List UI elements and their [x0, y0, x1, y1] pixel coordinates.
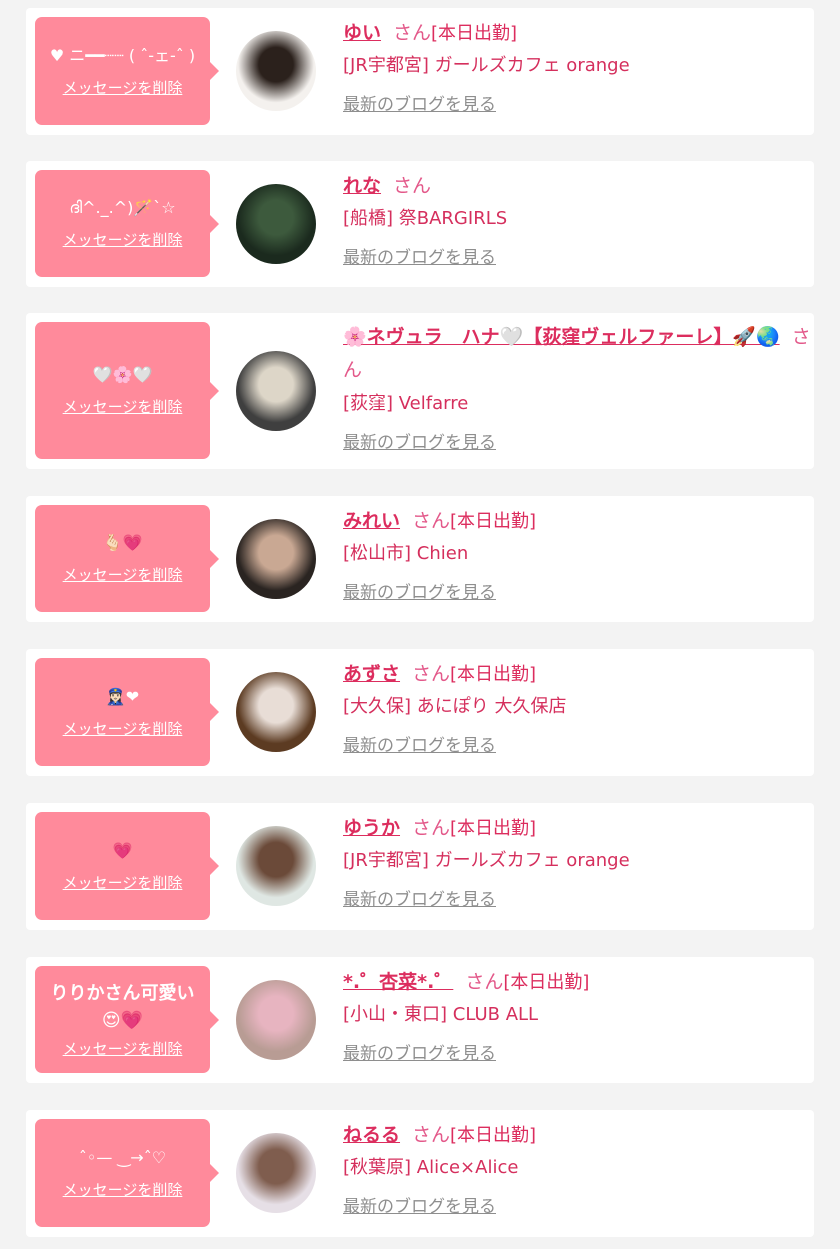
- attendance-badge: [本日出勤]: [450, 1125, 537, 1146]
- latest-blog-link[interactable]: 最新のブログを見る: [343, 1196, 496, 1218]
- honorific: さん: [412, 817, 451, 839]
- delete-message-link[interactable]: メッセージを削除: [63, 564, 183, 585]
- shop-name: [JR宇都宮] ガールズカフェ orange: [343, 55, 630, 76]
- cast-name-link[interactable]: みれい: [343, 510, 400, 532]
- cast-name-link[interactable]: 🌸ネヴュラ ハナ🤍【荻窪ヴェルファーレ】🚀🌏: [343, 326, 780, 348]
- latest-blog-link[interactable]: 最新のブログを見る: [343, 94, 496, 116]
- name-line: れな さん: [343, 171, 808, 202]
- avatar[interactable]: [236, 1133, 316, 1213]
- shop-name: [松山市] Chien: [343, 543, 469, 564]
- honorific: さん: [412, 510, 451, 532]
- name-line: あずさ さん[本日出勤]: [343, 659, 808, 690]
- cast-name-link[interactable]: *.゜杏菜*.゜: [343, 971, 453, 993]
- message-text: ˆ◦— ‿→ˆ♡: [78, 1147, 167, 1167]
- name-line: ねるる さん[本日出勤]: [343, 1120, 808, 1151]
- message-bubble: りりかさん可愛い😍💗 メッセージを削除: [35, 966, 219, 1073]
- message-text: りりかさん可愛い😍💗: [50, 983, 195, 1031]
- entry-info: *.゜杏菜*.゜ さん[本日出勤] [小山・東口] CLUB ALL 最新のブログ…: [343, 967, 808, 1065]
- cast-name-link[interactable]: ゆうか: [343, 817, 400, 839]
- cast-name-link[interactable]: ゆい: [343, 22, 381, 44]
- entry-info: 🌸ネヴュラ ハナ🤍【荻窪ヴェルファーレ】🚀🌏 さん [荻窪] Velfarre 最…: [343, 321, 811, 454]
- entry-info: ゆい さん[本日出勤] [JR宇都宮] ガールズカフェ orange 最新のブログ…: [343, 18, 808, 116]
- name-line: 🌸ネヴュラ ハナ🤍【荻窪ヴェルファーレ】🚀🌏 さん: [343, 321, 811, 387]
- attendance-badge: [本日出勤]: [450, 511, 537, 532]
- entry-info: みれい さん[本日出勤] [松山市] Chien 最新のブログを見る: [343, 506, 808, 604]
- entry-info: ねるる さん[本日出勤] [秋葉原] Alice×Alice 最新のブログを見る: [343, 1120, 808, 1218]
- message-bubble: ദി^._.^)🪄`☆ メッセージを削除: [35, 170, 219, 277]
- shop-name: [大久保] あにぽり 大久保店: [343, 696, 567, 717]
- shop-name: [JR宇都宮] ガールズカフェ orange: [343, 850, 630, 871]
- message-text: 🫰🏻💗: [102, 533, 143, 552]
- delete-message-link[interactable]: メッセージを削除: [63, 396, 183, 417]
- delete-message-link[interactable]: メッセージを削除: [63, 872, 183, 893]
- message-card: 👮🏻‍♀️❤︎ メッセージを削除 あずさ さん[本日出勤] [大久保] あにぽり …: [26, 649, 814, 776]
- attendance-badge: [本日出勤]: [431, 23, 518, 44]
- avatar[interactable]: [236, 672, 316, 752]
- latest-blog-link[interactable]: 最新のブログを見る: [343, 582, 496, 604]
- avatar[interactable]: [236, 980, 316, 1060]
- avatar[interactable]: [236, 826, 316, 906]
- cast-name-link[interactable]: ねるる: [343, 1124, 400, 1146]
- message-text: 💗: [112, 840, 133, 860]
- message-bubble: ˆ◦— ‿→ˆ♡ メッセージを削除: [35, 1119, 219, 1227]
- avatar[interactable]: [236, 31, 316, 111]
- message-card: 💗 メッセージを削除 ゆうか さん[本日出勤] [JR宇都宮] ガールズカフェ o…: [26, 803, 814, 930]
- delete-message-link[interactable]: メッセージを削除: [63, 1179, 183, 1200]
- honorific: さん: [412, 663, 451, 685]
- shop-name: [荻窪] Velfarre: [343, 393, 469, 414]
- message-bubble: 🫰🏻💗 メッセージを削除: [35, 505, 219, 612]
- entry-info: あずさ さん[本日出勤] [大久保] あにぽり 大久保店 最新のブログを見る: [343, 659, 808, 757]
- delete-message-link[interactable]: メッセージを削除: [63, 1038, 183, 1059]
- latest-blog-link[interactable]: 最新のブログを見る: [343, 735, 496, 757]
- honorific: さん: [393, 175, 432, 197]
- attendance-badge: [本日出勤]: [503, 972, 590, 993]
- attendance-badge: [本日出勤]: [450, 664, 537, 685]
- message-bubble: 👮🏻‍♀️❤︎ メッセージを削除: [35, 658, 219, 766]
- message-card: 🫰🏻💗 メッセージを削除 みれい さん[本日出勤] [松山市] Chien 最新の…: [26, 496, 814, 622]
- name-line: みれい さん[本日出勤]: [343, 506, 808, 537]
- message-card: 🤍🌸🤍 メッセージを削除 🌸ネヴュラ ハナ🤍【荻窪ヴェルファーレ】🚀🌏 さん [荻…: [26, 313, 814, 469]
- honorific: さん: [393, 22, 432, 44]
- shop-name: [小山・東口] CLUB ALL: [343, 1004, 539, 1025]
- shop-name: [船橋] 祭BARGIRLS: [343, 208, 508, 229]
- delete-message-link[interactable]: メッセージを削除: [63, 77, 183, 98]
- honorific: さん: [465, 971, 504, 993]
- latest-blog-link[interactable]: 最新のブログを見る: [343, 247, 496, 269]
- entry-info: れな さん [船橋] 祭BARGIRLS 最新のブログを見る: [343, 171, 808, 269]
- message-bubble: 🤍🌸🤍 メッセージを削除: [35, 322, 219, 459]
- latest-blog-link[interactable]: 最新のブログを見る: [343, 889, 496, 911]
- message-card: ♥︎ ニ━━┈┈ ( ˆ-ェ-ˆ ) メッセージを削除 ゆい さん[本日出勤] […: [26, 8, 814, 135]
- attendance-badge: [本日出勤]: [450, 818, 537, 839]
- message-text: ♥︎ ニ━━┈┈ ( ˆ-ェ-ˆ ): [49, 45, 196, 65]
- name-line: *.゜杏菜*.゜ さん[本日出勤]: [343, 967, 808, 998]
- honorific: さん: [412, 1124, 451, 1146]
- cast-name-link[interactable]: れな: [343, 175, 381, 197]
- message-text: 👮🏻‍♀️❤︎: [105, 686, 140, 706]
- latest-blog-link[interactable]: 最新のブログを見る: [343, 432, 496, 454]
- message-bubble: 💗 メッセージを削除: [35, 812, 219, 920]
- message-text: 🤍🌸🤍: [92, 365, 153, 384]
- message-bubble: ♥︎ ニ━━┈┈ ( ˆ-ェ-ˆ ) メッセージを削除: [35, 17, 219, 125]
- avatar[interactable]: [236, 184, 316, 264]
- name-line: ゆい さん[本日出勤]: [343, 18, 808, 49]
- message-card: ദി^._.^)🪄`☆ メッセージを削除 れな さん [船橋] 祭BARGIRLS…: [26, 161, 814, 287]
- entry-info: ゆうか さん[本日出勤] [JR宇都宮] ガールズカフェ orange 最新のブロ…: [343, 813, 808, 911]
- latest-blog-link[interactable]: 最新のブログを見る: [343, 1043, 496, 1065]
- message-card: りりかさん可愛い😍💗 メッセージを削除 *.゜杏菜*.゜ さん[本日出勤] [小山…: [26, 957, 814, 1083]
- avatar[interactable]: [236, 519, 316, 599]
- delete-message-link[interactable]: メッセージを削除: [63, 718, 183, 739]
- shop-name: [秋葉原] Alice×Alice: [343, 1157, 519, 1178]
- message-text: ദി^._.^)🪄`☆: [69, 198, 176, 217]
- avatar[interactable]: [236, 351, 316, 431]
- delete-message-link[interactable]: メッセージを削除: [63, 229, 183, 250]
- name-line: ゆうか さん[本日出勤]: [343, 813, 808, 844]
- message-card: ˆ◦— ‿→ˆ♡ メッセージを削除 ねるる さん[本日出勤] [秋葉原] Alic…: [26, 1110, 814, 1237]
- cast-name-link[interactable]: あずさ: [343, 663, 400, 685]
